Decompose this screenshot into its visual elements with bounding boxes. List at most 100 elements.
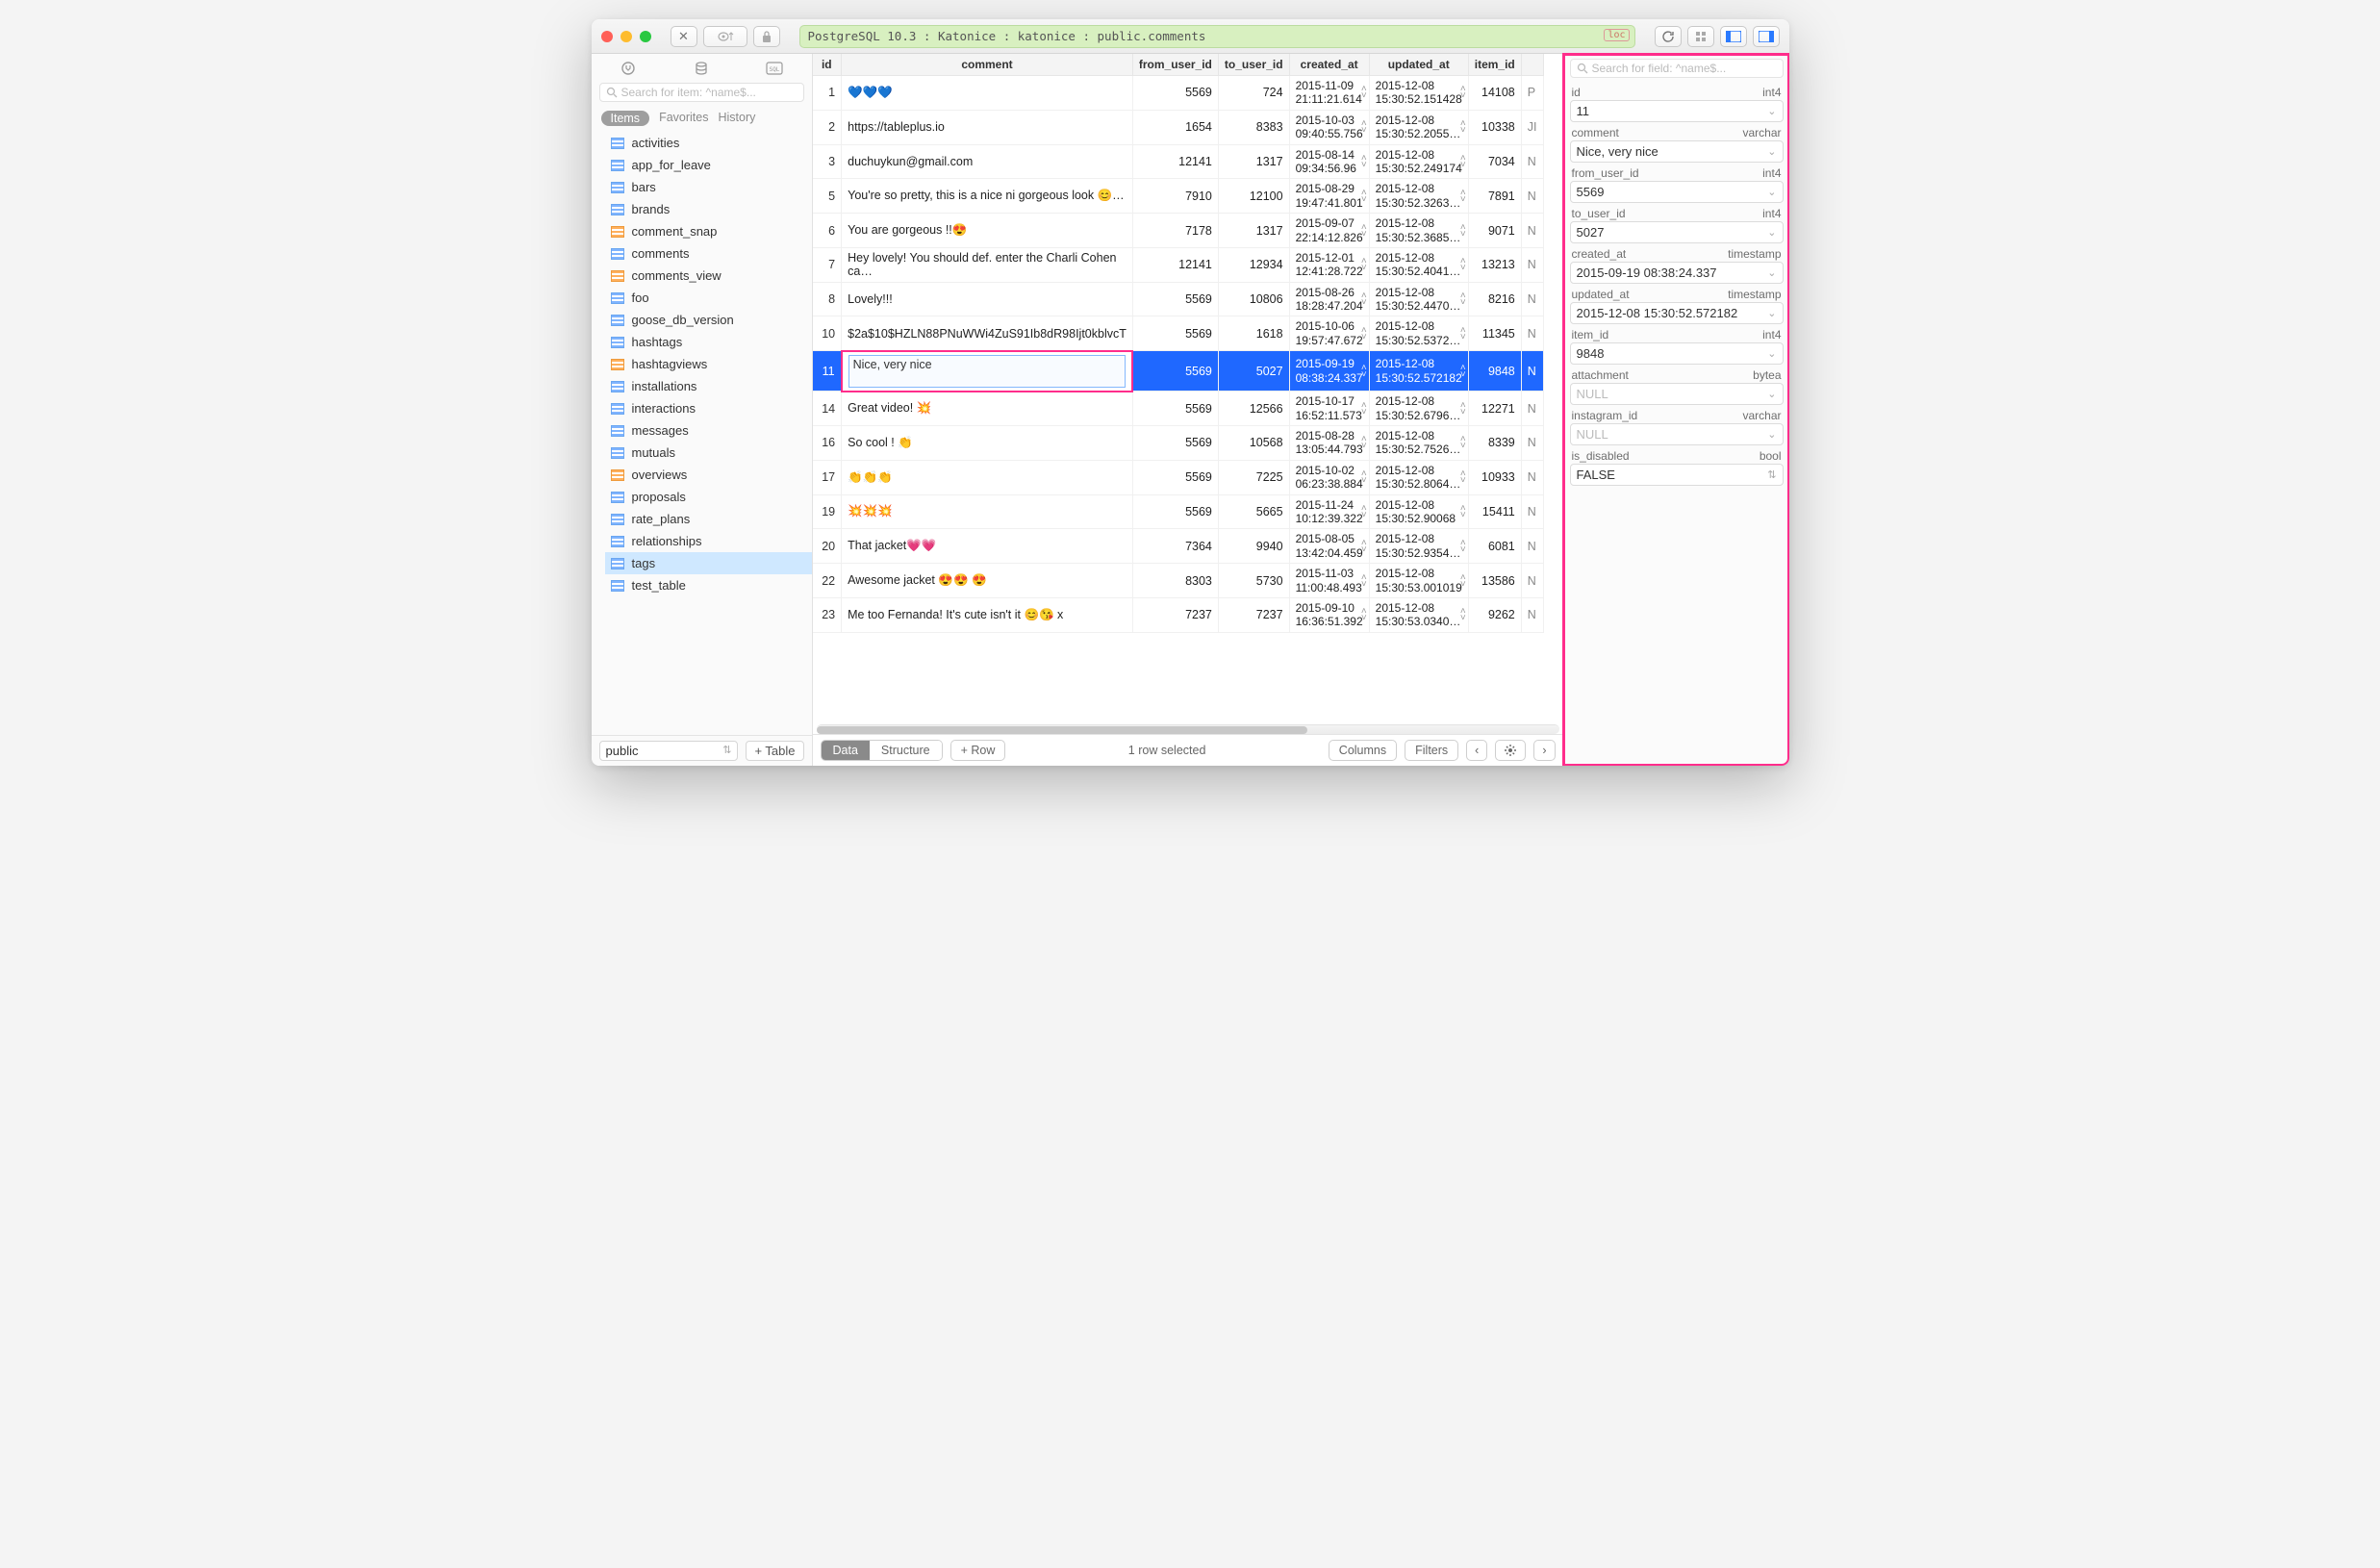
- sidebar-item-interactions[interactable]: interactions: [605, 397, 812, 419]
- grid-view-icon[interactable]: [1687, 26, 1714, 47]
- cell[interactable]: N: [1521, 564, 1543, 598]
- cell[interactable]: Great video! 💥: [842, 392, 1133, 426]
- cell[interactable]: 7364: [1132, 529, 1218, 564]
- field-value[interactable]: 2015-12-08 15:30:52.572182⌄: [1570, 302, 1784, 324]
- cell[interactable]: 2015-11-2410:12:39.322˄˅: [1289, 494, 1369, 529]
- cell[interactable]: N: [1521, 144, 1543, 179]
- cell[interactable]: 5569: [1132, 76, 1218, 111]
- cell[interactable]: 12566: [1218, 392, 1289, 426]
- cell[interactable]: 23: [813, 597, 842, 632]
- sidebar-item-bars[interactable]: bars: [605, 176, 812, 198]
- cell[interactable]: 2015-12-0815:30:52.249174˄˅: [1369, 144, 1468, 179]
- cell[interactable]: 5569: [1132, 494, 1218, 529]
- cell[interactable]: 14108: [1468, 76, 1521, 111]
- panel-right-icon[interactable]: [1753, 26, 1780, 47]
- cell[interactable]: N: [1521, 247, 1543, 282]
- cell[interactable]: 9848: [1468, 351, 1521, 392]
- cell[interactable]: N: [1521, 179, 1543, 214]
- stepper-icon[interactable]: ˄˅: [1361, 470, 1367, 484]
- cell[interactable]: 12271: [1468, 392, 1521, 426]
- cell[interactable]: 7910: [1132, 179, 1218, 214]
- stepper-icon[interactable]: ˄˅: [1460, 224, 1466, 238]
- stepper-icon[interactable]: ˄˅: [1460, 574, 1466, 588]
- stepper-icon[interactable]: ˄˅: [1361, 540, 1367, 553]
- scrollbar-thumb[interactable]: [817, 726, 1307, 734]
- cell[interactable]: 2015-09-1016:36:51.392˄˅: [1289, 597, 1369, 632]
- cell[interactable]: 1317: [1218, 144, 1289, 179]
- cell[interactable]: 7237: [1132, 597, 1218, 632]
- sidebar-item-comments_view[interactable]: comments_view: [605, 265, 812, 287]
- table-row[interactable]: 17👏👏👏556972252015-10-0206:23:38.884˄˅201…: [813, 460, 1544, 494]
- cell[interactable]: 2015-10-0309:40:55.756˄˅: [1289, 110, 1369, 144]
- columns-button[interactable]: Columns: [1329, 740, 1397, 761]
- cell[interactable]: 2015-08-2618:28:47.204˄˅: [1289, 282, 1369, 316]
- horizontal-scrollbar[interactable]: [817, 724, 1559, 734]
- table-row[interactable]: 22Awesome jacket 😍😍 😍830357302015-11-031…: [813, 564, 1544, 598]
- cell[interactable]: 8383: [1218, 110, 1289, 144]
- stepper-icon[interactable]: ˄˅: [1460, 436, 1466, 449]
- cell[interactable]: 11345: [1468, 316, 1521, 351]
- table-row[interactable]: 2https://tableplus.io165483832015-10-030…: [813, 110, 1544, 144]
- cell[interactable]: 2015-12-0815:30:52.4041…˄˅: [1369, 247, 1468, 282]
- table-row[interactable]: 1💙💙💙55697242015-11-0921:11:21.614˄˅2015-…: [813, 76, 1544, 111]
- cell[interactable]: 15411: [1468, 494, 1521, 529]
- sidebar-item-mutuals[interactable]: mutuals: [605, 442, 812, 464]
- plug-icon[interactable]: [613, 60, 644, 77]
- cell[interactable]: 17: [813, 460, 842, 494]
- column-item_id[interactable]: item_id: [1468, 54, 1521, 76]
- stepper-icon[interactable]: ˄˅: [1361, 190, 1367, 203]
- sidebar-item-foo[interactable]: foo: [605, 287, 812, 309]
- cell[interactable]: $2a$10$HZLN88PNuWWi4ZuS91Ib8dR98Ijt0kblv…: [842, 316, 1133, 351]
- stepper-icon[interactable]: ˄˅: [1361, 327, 1367, 341]
- data-tab[interactable]: Data: [822, 741, 870, 760]
- cell[interactable]: N: [1521, 597, 1543, 632]
- cell[interactable]: 7034: [1468, 144, 1521, 179]
- column-id[interactable]: id: [813, 54, 842, 76]
- schema-selector[interactable]: public ⇅: [599, 741, 739, 761]
- cell[interactable]: N: [1521, 529, 1543, 564]
- panel-left-icon[interactable]: [1720, 26, 1747, 47]
- cell[interactable]: You're so pretty, this is a nice ni gorg…: [842, 179, 1133, 214]
- cell[interactable]: 2015-12-0815:30:52.8064…˄˅: [1369, 460, 1468, 494]
- column-updated_at[interactable]: updated_at: [1369, 54, 1468, 76]
- filters-button[interactable]: Filters: [1405, 740, 1458, 761]
- cell[interactable]: 20: [813, 529, 842, 564]
- stepper-icon[interactable]: ˄˅: [1361, 574, 1367, 588]
- field-value[interactable]: 9848⌄: [1570, 342, 1784, 365]
- stepper-icon[interactable]: ˄˅: [1460, 540, 1466, 553]
- cell[interactable]: 2015-11-0311:00:48.493˄˅: [1289, 564, 1369, 598]
- cell[interactable]: N: [1521, 316, 1543, 351]
- sidebar-item-rate_plans[interactable]: rate_plans: [605, 508, 812, 530]
- stepper-icon[interactable]: ˄˅: [1361, 505, 1367, 518]
- cell[interactable]: So cool ! 👏: [842, 426, 1133, 461]
- cell[interactable]: Me too Fernanda! It's cute isn't it 😊😘 x: [842, 597, 1133, 632]
- table-row[interactable]: 8Lovely!!!5569108062015-08-2618:28:47.20…: [813, 282, 1544, 316]
- cell[interactable]: 10: [813, 316, 842, 351]
- column-extra[interactable]: [1521, 54, 1543, 76]
- cell[interactable]: 2015-09-0722:14:12.826˄˅: [1289, 214, 1369, 248]
- cell[interactable]: 1317: [1218, 214, 1289, 248]
- connection-path[interactable]: PostgreSQL 10.3 : Katonice : katonice : …: [799, 25, 1635, 48]
- column-comment[interactable]: comment: [842, 54, 1133, 76]
- cell[interactable]: 3: [813, 144, 842, 179]
- cell[interactable]: 2015-08-2813:05:44.793˄˅: [1289, 426, 1369, 461]
- cell[interactable]: 2015-08-2919:47:41.801˄˅: [1289, 179, 1369, 214]
- stepper-icon[interactable]: ˄˅: [1460, 292, 1466, 306]
- cell[interactable]: 12141: [1132, 247, 1218, 282]
- sidebar-item-comments[interactable]: comments: [605, 242, 812, 265]
- cell[interactable]: 2015-12-0815:30:52.9354…˄˅: [1369, 529, 1468, 564]
- table-row[interactable]: 3duchuykun@gmail.com1214113172015-08-140…: [813, 144, 1544, 179]
- sidebar-item-messages[interactable]: messages: [605, 419, 812, 442]
- cell[interactable]: 19: [813, 494, 842, 529]
- stepper-icon[interactable]: ˄˅: [1460, 258, 1466, 271]
- table-row[interactable]: 7Hey lovely! You should def. enter the C…: [813, 247, 1544, 282]
- cell[interactable]: 2015-12-0815:30:52.3263…˄˅: [1369, 179, 1468, 214]
- cancel-icon[interactable]: ✕: [671, 26, 697, 47]
- cell[interactable]: 2015-12-0815:30:52.90068˄˅: [1369, 494, 1468, 529]
- table-row[interactable]: 11Nice, very nice556950272015-09-1908:38…: [813, 351, 1544, 392]
- cell[interactable]: 2015-12-0815:30:52.4470…˄˅: [1369, 282, 1468, 316]
- stepper-icon[interactable]: ˄˅: [1460, 155, 1466, 168]
- stepper-icon[interactable]: ˄˅: [1460, 327, 1466, 341]
- reload-icon[interactable]: [1655, 26, 1682, 47]
- cell[interactable]: Hey lovely! You should def. enter the Ch…: [842, 247, 1133, 282]
